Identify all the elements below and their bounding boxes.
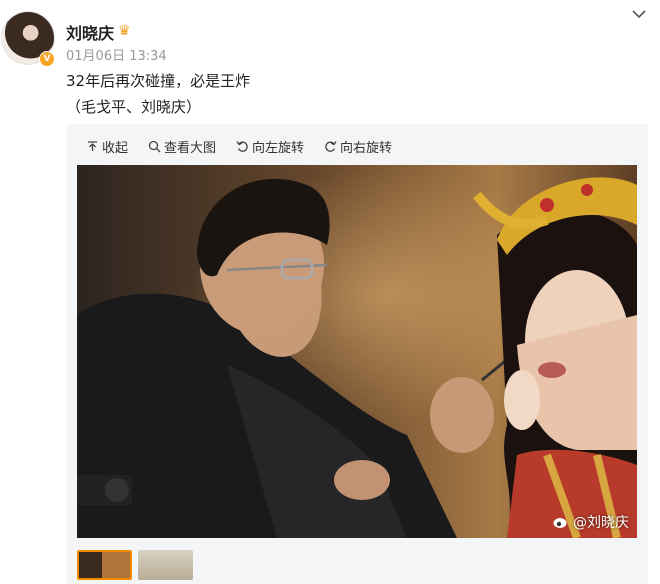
photo-watermark: @刘晓庆 — [553, 512, 629, 532]
verified-badge: V — [39, 51, 55, 67]
thumbnail-strip — [77, 550, 193, 580]
rotate-right-icon — [325, 140, 337, 152]
rotate-left-label: 向左旋转 — [252, 140, 305, 156]
rotate-left-button[interactable]: 向左旋转 — [236, 137, 305, 156]
view-large-button[interactable]: 查看大图 — [148, 137, 217, 156]
collapse-label: 收起 — [102, 140, 129, 156]
post-text-line1: 32年后再次碰撞，必是王炸 — [66, 72, 251, 90]
username[interactable]: 刘晓庆 — [66, 20, 114, 44]
thumbnail-1[interactable] — [77, 550, 132, 580]
thumbnail-2[interactable] — [138, 550, 193, 580]
view-large-label: 查看大图 — [164, 140, 217, 156]
rotate-left-icon — [236, 140, 248, 152]
rotate-right-label: 向右旋转 — [340, 140, 393, 156]
post-time: 13:34 — [129, 49, 167, 64]
chevron-down-icon[interactable] — [632, 7, 646, 23]
collapse-button[interactable]: 收起 — [86, 137, 129, 156]
zoom-icon — [148, 140, 161, 152]
post-photo[interactable]: @刘晓庆 — [77, 165, 637, 538]
post-text-line2: （毛戈平、刘晓庆） — [66, 98, 202, 116]
photo-illustration — [77, 165, 637, 538]
collapse-icon — [88, 140, 97, 151]
weibo-icon — [553, 518, 567, 528]
rotate-right-button[interactable]: 向右旋转 — [324, 137, 393, 156]
post-timestamp[interactable]: 01月06日 13:34 — [66, 45, 167, 64]
post-date: 01月06日 — [66, 49, 126, 64]
crown-icon: ♛ — [118, 23, 131, 39]
watermark-text: @刘晓庆 — [573, 515, 629, 531]
media-toolbar: 收起 查看大图 向左旋转 向右旋转 — [86, 137, 393, 156]
